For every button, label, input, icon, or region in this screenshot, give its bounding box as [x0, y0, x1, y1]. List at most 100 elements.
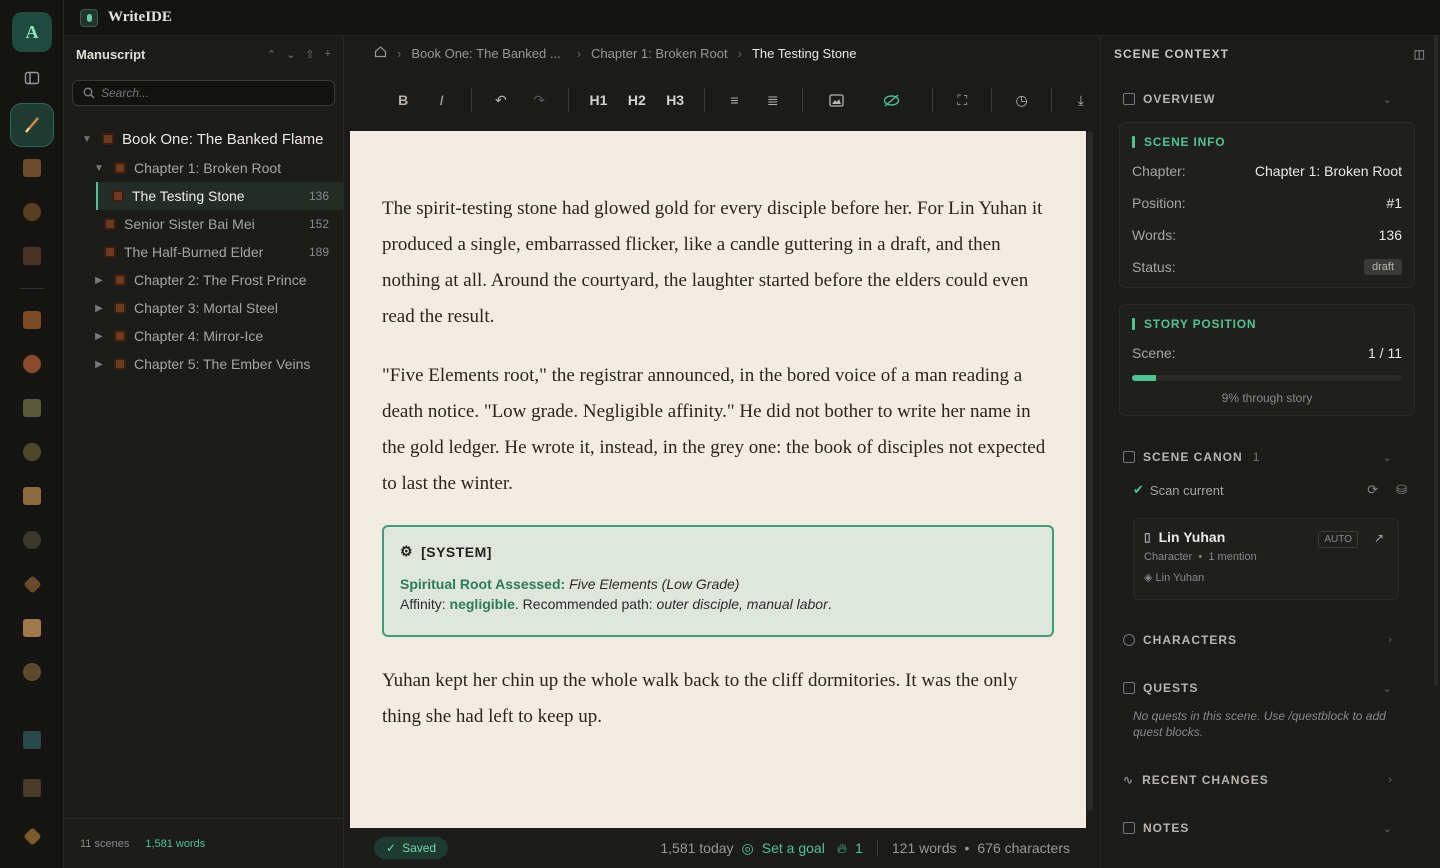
characters-section-header[interactable]: CHARACTERS ›	[1101, 625, 1421, 655]
tree-scene-active[interactable]: The Testing Stone 136	[96, 182, 343, 210]
heading1-button[interactable]: H1	[579, 86, 617, 114]
scene-canon-section-header[interactable]: SCENE CANON 1 ⌄	[1101, 442, 1421, 472]
tree-chapter[interactable]: ▼ Chapter 1: Broken Root	[64, 154, 343, 182]
title-bar: WriteIDE	[64, 0, 1440, 36]
overview-section-header[interactable]: OVERVIEW ⌄	[1101, 84, 1421, 114]
book-icon[interactable]	[16, 196, 48, 228]
book-icon[interactable]	[16, 568, 48, 600]
tree-scene[interactable]: Senior Sister Bai Mei 152	[64, 210, 343, 238]
manuscript-tree: ▼ Book One: The Banked Flame ▼ Chapter 1…	[64, 124, 343, 378]
tree-chapter-label: Chapter 5: The Ember Veins	[134, 356, 311, 372]
book-icon[interactable]	[16, 724, 48, 756]
book-icon[interactable]	[16, 612, 48, 644]
numbered-list-icon[interactable]: ≣	[754, 86, 792, 114]
target-icon: ◎	[741, 839, 754, 856]
panel-toggle-icon[interactable]	[16, 62, 48, 94]
system-block[interactable]: ⚙ [SYSTEM] Spiritual Root Assessed: Five…	[382, 525, 1054, 637]
tree-scene[interactable]: The Half-Burned Elder 189	[64, 238, 343, 266]
paragraph[interactable]: "Five Elements root," the registrar anno…	[382, 358, 1054, 502]
book-icon[interactable]	[16, 348, 48, 380]
book-icon[interactable]	[16, 524, 48, 556]
chevron-right-icon[interactable]: ▶	[92, 359, 106, 370]
book-icon[interactable]	[16, 480, 48, 512]
book-icon[interactable]	[16, 304, 48, 336]
canon-entry-name: Lin Yuhan	[1158, 529, 1226, 545]
status-badge[interactable]: draft	[1363, 259, 1402, 275]
search-input[interactable]	[101, 86, 321, 100]
canon-entry-mentions: 1 mention	[1208, 551, 1257, 563]
breadcrumb-scene[interactable]: The Testing Stone	[752, 46, 857, 61]
tree-chapter[interactable]: ▶ Chapter 3: Mortal Steel	[64, 294, 343, 322]
system-text: .	[827, 596, 832, 612]
open-external-icon[interactable]: ↗	[1374, 531, 1384, 545]
workspace-avatar[interactable]: A	[12, 12, 52, 52]
book-icon[interactable]	[16, 436, 48, 468]
set-goal-link[interactable]: Set a goal	[762, 840, 825, 856]
collapse-panel-icon[interactable]: ◫	[1414, 47, 1426, 61]
no-quests-message: No quests in this scene. Use /questblock…	[1133, 709, 1386, 739]
app-title: WriteIDE	[108, 9, 172, 25]
book-icon[interactable]	[16, 772, 48, 804]
story-position-card: STORY POSITION Scene: 1 / 11 9% through s…	[1119, 304, 1415, 416]
quill-icon[interactable]	[10, 103, 54, 147]
quests-section-header[interactable]: QUESTS ⌄	[1101, 673, 1421, 703]
chevron-down-icon[interactable]: ▼	[80, 134, 94, 145]
collapse-all-icon[interactable]: ⌃	[267, 48, 276, 61]
scroll-icon	[1123, 682, 1135, 694]
chevron-right-icon[interactable]: ▶	[92, 303, 106, 314]
breadcrumb-chapter[interactable]: Chapter 1: Broken Root	[591, 46, 728, 61]
search-icon	[83, 87, 95, 99]
panel-scrollbar[interactable]	[1434, 36, 1438, 686]
fullscreen-icon[interactable]: ⛶	[943, 86, 981, 114]
book-icon[interactable]	[16, 656, 48, 688]
expand-all-icon[interactable]: ⌄	[286, 48, 295, 61]
bold-icon[interactable]: B	[384, 86, 422, 114]
image-icon[interactable]	[813, 86, 861, 114]
words-value: 136	[1378, 227, 1402, 243]
undo-icon[interactable]: ↶	[482, 86, 520, 114]
scene-word-count: 189	[308, 245, 329, 259]
chevron-down-icon[interactable]: ▼	[92, 163, 106, 174]
canon-entry-card[interactable]: ▯ Lin Yuhan Character • 1 mention ◈ Lin Y…	[1133, 518, 1399, 600]
chapter-icon	[114, 274, 126, 286]
notes-section-header[interactable]: NOTES ⌄	[1101, 813, 1421, 843]
editor-scrollbar[interactable]	[1087, 131, 1093, 811]
book-icon[interactable]	[16, 820, 48, 852]
download-icon[interactable]: ⤓	[1062, 86, 1100, 114]
bullet-list-icon[interactable]: ≡	[715, 86, 753, 114]
export-icon[interactable]: ⇧	[305, 48, 314, 61]
heading2-button[interactable]: H2	[618, 86, 656, 114]
note-icon	[1123, 822, 1135, 834]
add-icon[interactable]: +	[325, 48, 331, 61]
panel-title: SCENE CONTEXT	[1114, 47, 1230, 61]
tree-chapter[interactable]: ▶ Chapter 2: The Frost Prince	[64, 266, 343, 294]
chevron-right-icon[interactable]: ▶	[92, 331, 106, 342]
tree-chapter[interactable]: ▶ Chapter 5: The Ember Veins	[64, 350, 343, 378]
card-title: STORY POSITION	[1120, 305, 1414, 331]
breadcrumb-book[interactable]: Book One: The Banked ...	[411, 46, 560, 61]
home-icon[interactable]	[374, 45, 387, 61]
scan-current-button[interactable]: ✔ Scan current	[1133, 482, 1224, 498]
writing-stats: 1,581 today ◎ Set a goal 🔥︎ 1 121 words …	[660, 840, 1070, 857]
book-icon[interactable]	[16, 152, 48, 184]
book-icon[interactable]	[16, 240, 48, 272]
italic-icon[interactable]: I	[422, 86, 460, 114]
paragraph[interactable]: Yuhan kept her chin up the whole walk ba…	[382, 663, 1054, 735]
refresh-icon[interactable]: ⟳	[1367, 482, 1378, 498]
editor-page[interactable]: The spirit-testing stone had glowed gold…	[350, 131, 1086, 828]
database-icon[interactable]: ⛁	[1396, 482, 1407, 498]
tree-book[interactable]: ▼ Book One: The Banked Flame	[64, 124, 343, 154]
chapter-icon	[114, 302, 126, 314]
paragraph[interactable]: The spirit-testing stone had glowed gold…	[382, 191, 1054, 335]
chevron-right-icon[interactable]: ▶	[92, 275, 106, 286]
redo-icon[interactable]: ↷	[520, 86, 558, 114]
tree-chapter-label: Chapter 3: Mortal Steel	[134, 300, 278, 316]
history-icon[interactable]: ◷	[1002, 86, 1040, 114]
recent-changes-section-header[interactable]: ∿ RECENT CHANGES ›	[1101, 765, 1421, 795]
visibility-off-icon[interactable]	[861, 86, 922, 114]
heading3-button[interactable]: H3	[656, 86, 694, 114]
activity-icon: ∿	[1123, 773, 1135, 787]
book-icon[interactable]	[16, 392, 48, 424]
tag-icon: ◈	[1144, 572, 1153, 584]
tree-chapter[interactable]: ▶ Chapter 4: Mirror-Ice	[64, 322, 343, 350]
